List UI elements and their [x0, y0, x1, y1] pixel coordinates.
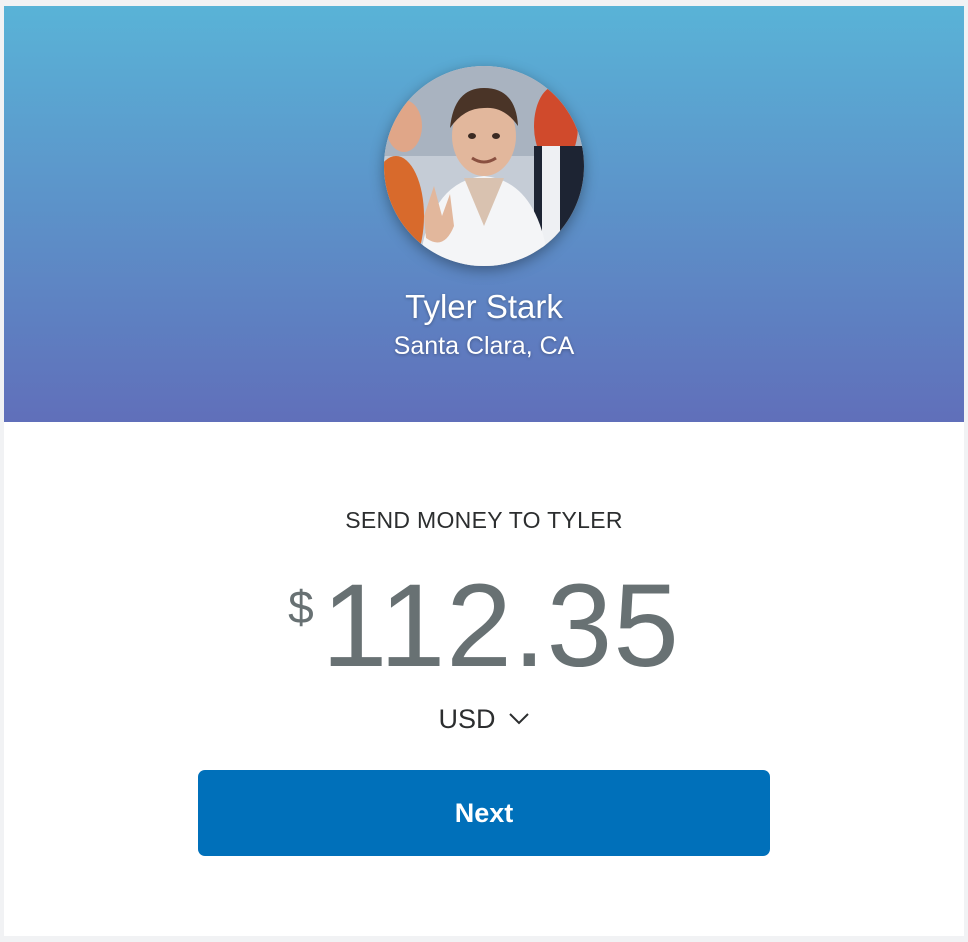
amount-display[interactable]: $112.35: [4, 566, 964, 686]
currency-dropdown[interactable]: USD: [4, 704, 964, 735]
recipient-header: Tyler Stark Santa Clara, CA: [4, 6, 964, 422]
currency-symbol: $: [288, 581, 314, 633]
recipient-avatar: [384, 66, 584, 266]
next-button[interactable]: Next: [198, 770, 770, 856]
amount-value[interactable]: 112.35: [322, 566, 680, 686]
recipient-location: Santa Clara, CA: [393, 332, 575, 360]
currency-code: USD: [438, 704, 496, 734]
recipient-name: Tyler Stark: [405, 288, 563, 325]
avatar-photo-icon: [384, 66, 584, 266]
chevron-down-icon: [508, 702, 530, 733]
send-money-card: Tyler Stark Santa Clara, CA SEND MONEY T…: [4, 6, 964, 936]
send-money-title: SEND MONEY TO TYLER: [345, 507, 623, 533]
